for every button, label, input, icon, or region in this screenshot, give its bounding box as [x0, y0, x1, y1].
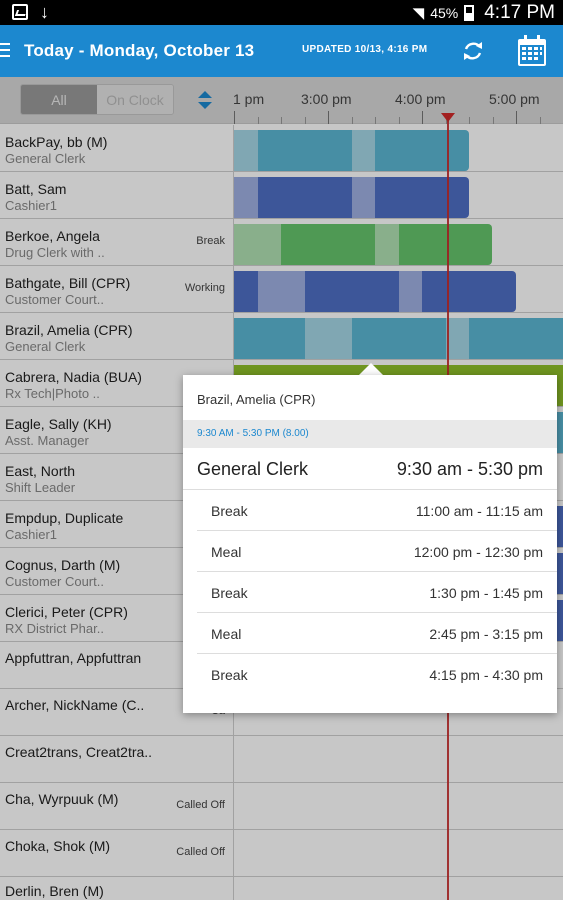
popup-shift-summary: 9:30 AM - 5:30 PM (8.00): [183, 420, 557, 448]
popup-job-title: General Clerk: [197, 459, 309, 479]
activity-time: 1:30 pm - 1:45 pm: [429, 585, 543, 601]
updated-timestamp: UPDATED 10/13, 4:16 PM: [302, 44, 428, 55]
activity-time: 11:00 am - 11:15 am: [415, 503, 543, 519]
popup-activity-row: Break 1:30 pm - 1:45 pm: [197, 572, 557, 613]
battery-percent: 45%: [430, 4, 459, 21]
activity-label: Break: [211, 667, 248, 683]
popup-employee-name: Brazil, Amelia (CPR): [197, 392, 316, 407]
activity-label: Break: [211, 585, 248, 601]
activity-label: Break: [211, 503, 248, 519]
status-bar: ↓ ◥ 45% 4:17 PM: [0, 0, 563, 25]
activity-time: 12:00 pm - 12:30 pm: [413, 544, 543, 560]
wifi-icon: ◥: [412, 4, 425, 22]
activity-label: Meal: [211, 544, 242, 560]
refresh-icon[interactable]: [461, 39, 485, 63]
gallery-notification-icon: [12, 4, 28, 20]
activity-label: Meal: [211, 626, 242, 642]
popup-activity-row: Meal 12:00 pm - 12:30 pm: [197, 531, 557, 572]
popup-activity-row: Break 11:00 am - 11:15 am: [197, 490, 557, 531]
shift-details-popup: Brazil, Amelia (CPR) 9:30 AM - 5:30 PM (…: [183, 375, 557, 713]
activity-time: 2:45 pm - 3:15 pm: [429, 626, 543, 642]
download-notification-icon: ↓: [40, 2, 49, 22]
calendar-icon[interactable]: [517, 35, 547, 67]
activity-time: 4:15 pm - 4:30 pm: [429, 667, 543, 683]
app-bar: Today - Monday, October 13 UPDATED 10/13…: [0, 25, 563, 77]
battery-icon: [464, 4, 475, 21]
page-title: Today - Monday, October 13: [24, 41, 255, 60]
popup-job-time: 9:30 am - 5:30 pm: [396, 459, 543, 479]
popup-job-row: General Clerk 9:30 am - 5:30 pm: [183, 448, 557, 490]
clock: 4:17 PM: [484, 1, 555, 23]
popup-activity-row: Break 4:15 pm - 4:30 pm: [197, 654, 557, 695]
popup-activity-row: Meal 2:45 pm - 3:15 pm: [197, 613, 557, 654]
menu-icon[interactable]: [0, 43, 10, 57]
